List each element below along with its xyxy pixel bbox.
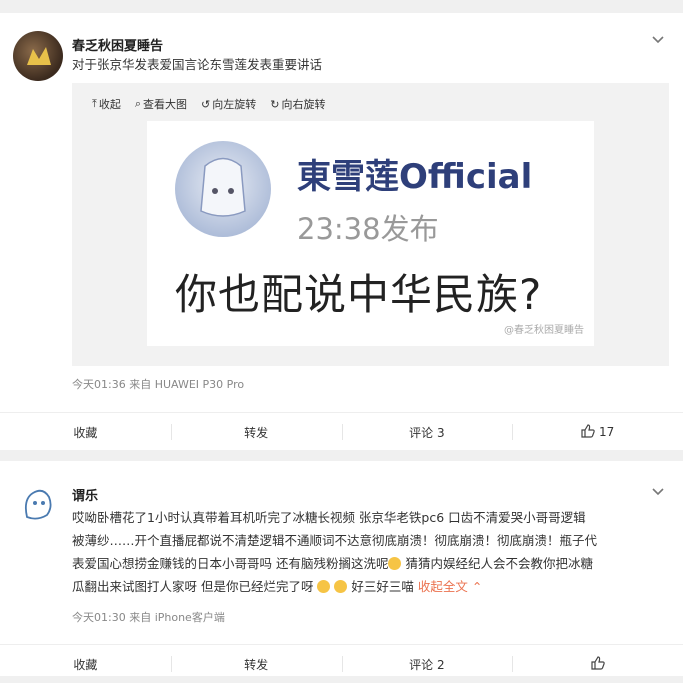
username[interactable]: 春乏秋困夏睡告 [72,35,163,54]
chevron-down-icon[interactable] [651,485,665,501]
comment-label: 评论 2 [409,657,445,672]
post-card: 谓乐 哎呦卧槽花了1小时认真带着耳机听完了冰糖长视频 张京华老铁pc6 口齿不清… [0,461,683,676]
like-button[interactable] [512,645,683,683]
comment-label: 评论 3 [409,425,445,440]
post-line: 表爱国心想捞金赚钱的日本小哥哥吗 还有脑残粉搁这洗呢 猜猜内娱经纪人会不会教你把… [72,552,672,575]
action-bar: 收藏 转发 评论 2 [0,644,683,683]
image-avatar [175,141,271,237]
avatar[interactable] [13,31,63,81]
rotate-left-icon: ↺ [201,97,211,111]
post-meta: 今天01:36 来自 HUAWEI P30 Pro [72,378,245,391]
collapse-text-label: 收起全文 [417,579,468,594]
image-viewer: ⤒ 收起 ⌕ 查看大图 ↺ 向左旋转 ↻ 向右旋转 東雪莲Official 23:38发… [72,83,669,366]
post-line-text: 瓜翻出来试图打人家呀 但是你已经烂完了呀 [72,579,314,594]
like-button[interactable]: 17 [512,413,683,451]
post-line: 哎呦卧槽花了1小时认真带着耳机听完了冰糖长视频 张京华老铁pc6 口齿不清爱哭小… [72,510,586,525]
post-image[interactable]: 東雪莲Official 23:38发布 你也配说中华民族? @春乏秋困夏睡告 [147,121,594,346]
rotate-left-label: 向左旋转 [212,98,257,111]
collapse-label: 收起 [98,98,121,111]
image-name: 東雪莲Official [297,157,533,197]
comment-button[interactable]: 评论 2 [341,645,513,683]
view-large-button[interactable]: ⌕ 查看大图 [135,96,187,112]
favorite-button[interactable]: 收藏 [0,413,171,451]
view-large-label: 查看大图 [143,98,188,111]
post-text: 哎呦卧槽花了1小时认真带着耳机听完了冰糖长视频 张京华老铁pc6 口齿不清爱哭小… [72,506,672,598]
post-line-text: 表爱国心想捞金赚钱的日本小哥哥吗 还有脑残粉搁这洗呢 [72,556,389,571]
rotate-right-button[interactable]: ↻ 向右旋转 [270,96,325,112]
favorite-button[interactable]: 收藏 [0,645,171,683]
crying-emoji-icon [334,580,348,593]
post-line: 瓜翻出来试图打人家呀 但是你已经烂完了呀 好三好三喵 收起全文 ⌃ [72,575,672,598]
thumbs-up-icon [581,423,595,441]
crying-emoji-icon [317,580,331,593]
favorite-label: 收藏 [73,657,98,672]
thumbs-up-icon [591,655,605,673]
watermark: @春乏秋困夏睡告 [504,325,584,336]
thinking-emoji-icon [388,557,402,570]
post-line: 被薄纱……开个直播屁都说不清楚逻辑不通顺词不达意彻底崩溃！彻底崩溃！彻底崩溃！瓶… [72,533,598,548]
image-toolbar: ⤒ 收起 ⌕ 查看大图 ↺ 向左旋转 ↻ 向右旋转 [92,96,325,112]
repost-button[interactable]: 转发 [170,413,342,451]
chevron-down-icon[interactable] [651,33,665,49]
collapse-text-link[interactable]: 收起全文 ⌃ [418,579,482,594]
search-icon: ⌕ [134,97,142,110]
like-count: 17 [598,425,615,439]
post-meta: 今天01:30 来自 iPhone客户端 [72,611,225,624]
comment-button[interactable]: 评论 3 [341,413,513,451]
favorite-label: 收藏 [73,425,98,440]
rotate-right-label: 向右旋转 [281,98,326,111]
action-bar: 收藏 转发 评论 3 17 [0,412,683,451]
arrow-up-icon: ⤒ [92,97,97,110]
post-card: 春乏秋困夏睡告 对于张京华发表爱国言论东雪莲发表重要讲话 ⤒ 收起 ⌕ 查看大图 ↺… [0,13,683,450]
rotate-left-button[interactable]: ↺ 向左旋转 [201,96,256,112]
image-quote: 你也配说中华民族? [175,270,543,319]
post-line-text: 猜猜内娱经纪人会不会教你把冰糖 [401,556,593,571]
repost-label: 转发 [244,425,269,440]
username[interactable]: 谓乐 [72,485,98,504]
image-time: 23:38发布 [297,212,439,246]
post-line-text: 好三好三喵 [347,579,418,594]
collapse-button[interactable]: ⤒ 收起 [92,96,121,112]
avatar[interactable] [13,479,63,529]
repost-label: 转发 [244,657,269,672]
repost-button[interactable]: 转发 [170,645,342,683]
rotate-right-icon: ↻ [270,97,280,111]
post-text: 对于张京华发表爱国言论东雪莲发表重要讲话 [72,57,323,72]
